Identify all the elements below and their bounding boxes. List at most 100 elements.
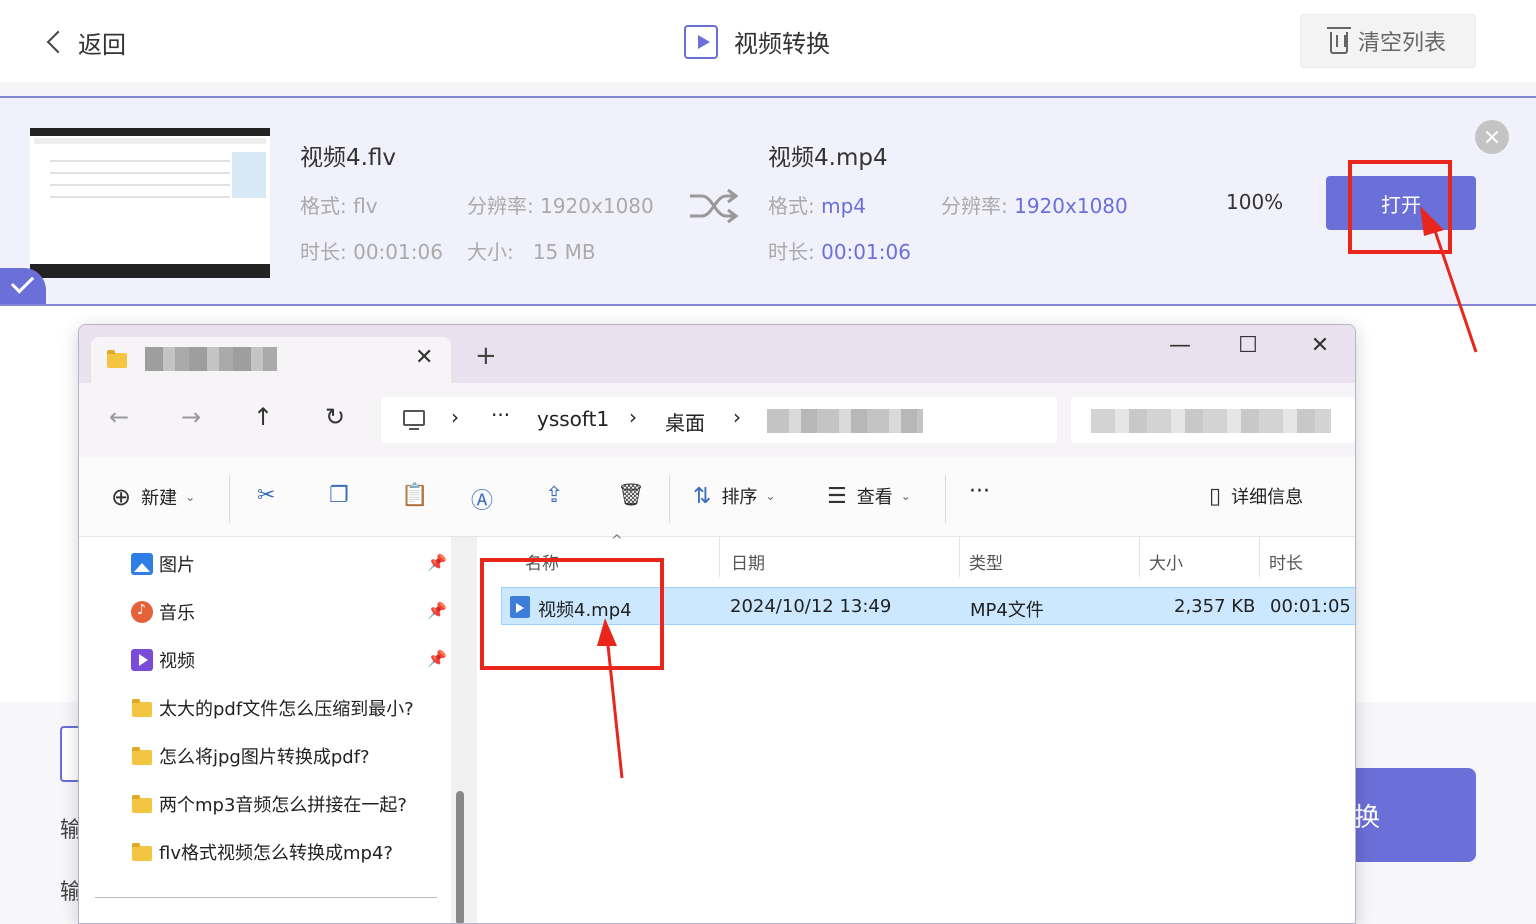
breadcrumb-separator-icon: ›: [451, 405, 459, 429]
rename-icon[interactable]: Ⓐ: [471, 483, 493, 515]
window-close-icon[interactable]: ✕: [1297, 333, 1343, 363]
delete-icon[interactable]: 🗑: [617, 483, 645, 508]
folder-icon: [132, 699, 152, 717]
back-button[interactable]: 返回: [44, 22, 126, 62]
target-resolution: 分辨率: 1920x1080: [941, 194, 1128, 218]
scrollbar-thumb[interactable]: [456, 791, 464, 923]
clear-list-label: 清空列表: [1357, 31, 1446, 56]
folder-icon: [107, 350, 127, 368]
explorer-tab[interactable]: ✕: [91, 337, 451, 383]
video-thumbnail: [30, 128, 270, 278]
view-button[interactable]: ☰ 查看 ⌄: [827, 483, 911, 509]
file-date-cell: 2024/10/12 13:49: [730, 596, 892, 617]
details-pane-icon: ▯: [1209, 483, 1222, 509]
music-icon: [131, 601, 153, 623]
blurred-breadcrumb: [767, 409, 923, 433]
nav-item-music[interactable]: 音乐: [131, 599, 195, 625]
selected-check-icon[interactable]: [0, 268, 46, 304]
video-play-icon: [684, 24, 718, 59]
view-list-icon: ☰: [827, 483, 847, 509]
source-size: 大小: 15 MB: [467, 240, 596, 264]
annotation-box-open: [1348, 160, 1452, 254]
forward-arrow-icon[interactable]: →: [181, 403, 201, 431]
clear-list-button[interactable]: 清空列表: [1300, 14, 1476, 68]
column-header-size[interactable]: 大小: [1149, 549, 1183, 574]
pictures-icon: [131, 553, 153, 575]
file-type-cell: MP4文件: [970, 600, 1044, 621]
chevron-left-icon: [46, 30, 70, 54]
details-pane-button[interactable]: ▯ 详细信息: [1209, 483, 1303, 509]
breadcrumb-separator-icon: ›: [629, 405, 637, 429]
maximize-icon[interactable]: ☐: [1225, 333, 1271, 363]
breadcrumb-desktop[interactable]: 桌面: [665, 407, 705, 436]
folder-icon: [132, 795, 152, 813]
nav-item-folder[interactable]: flv格式视频怎么转换成mp4?: [131, 839, 393, 865]
pin-icon: 📌: [427, 649, 447, 668]
explorer-command-bar: ⊕ 新建 ⌄ ✂ ❐ 📋 Ⓐ ⇪ 🗑 ⇅ 排序 ⌄ ☰ 查看 ⌄ ··· ▯ 详细信息: [79, 457, 1355, 537]
more-options-icon[interactable]: ···: [969, 479, 990, 504]
up-arrow-icon[interactable]: ↑: [253, 403, 273, 431]
blurred-tab-title: [145, 347, 277, 371]
header-divider: [0, 82, 1536, 96]
sort-icon: ⇅: [693, 483, 712, 509]
cut-icon[interactable]: ✂: [257, 483, 275, 508]
folder-icon: [132, 747, 152, 765]
nav-item-folder[interactable]: 怎么将jpg图片转换成pdf?: [131, 743, 370, 769]
source-duration: 时长: 00:01:06: [300, 240, 443, 264]
page-title-text: 视频转换: [734, 30, 830, 58]
target-file-name: 视频4.mp4: [768, 145, 888, 171]
column-header-date[interactable]: 日期: [731, 549, 765, 574]
progress-percent: 100%: [1226, 190, 1284, 214]
back-label: 返回: [78, 30, 126, 59]
column-header-type[interactable]: 类型: [969, 549, 1003, 574]
minimize-icon[interactable]: —: [1157, 333, 1203, 363]
back-arrow-icon[interactable]: ←: [109, 403, 129, 431]
file-explorer-window: ✕ + — ☐ ✕ ← → ↑ ↻ › ··· yssoft1 › 桌面 › ⊕…: [78, 324, 1356, 924]
source-resolution: 分辨率: 1920x1080: [467, 194, 654, 218]
file-duration-cell: 00:01:05: [1270, 596, 1351, 617]
nav-divider: [95, 897, 437, 898]
app-header: 返回 视频转换 清空列表: [0, 0, 1536, 82]
target-format: 格式: mp4: [768, 194, 867, 218]
sort-ascending-icon: ^: [611, 533, 623, 549]
breadcrumb-separator-icon: ›: [733, 405, 741, 429]
convert-shuffle-icon: [690, 188, 739, 224]
refresh-icon[interactable]: ↻: [325, 403, 345, 431]
target-duration: 时长: 00:01:06: [768, 240, 911, 264]
nav-scrollbar[interactable]: [451, 537, 477, 923]
source-file-name: 视频4.flv: [300, 145, 397, 171]
videos-icon: [131, 649, 153, 671]
breadcrumb-ellipsis[interactable]: ···: [491, 403, 510, 427]
copy-icon[interactable]: ❐: [329, 483, 349, 508]
file-item-row: 视频4.flv 格式: flv 分辨率: 1920x1080 时长: 00:01…: [0, 96, 1536, 306]
file-size-cell: 2,357 KB: [1174, 596, 1256, 617]
column-header-duration[interactable]: 时长: [1269, 549, 1303, 574]
nav-item-pictures[interactable]: 图片: [131, 551, 195, 577]
nav-item-folder[interactable]: 太大的pdf文件怎么压缩到最小?: [131, 695, 414, 721]
nav-item-videos[interactable]: 视频: [131, 647, 195, 673]
blurred-search-text: [1091, 409, 1331, 433]
address-bar[interactable]: › ··· yssoft1 › 桌面 ›: [381, 397, 1057, 443]
source-format: 格式: flv: [300, 194, 378, 218]
explorer-address-row: ← → ↑ ↻ › ··· yssoft1 › 桌面 ›: [79, 383, 1355, 457]
explorer-tab-bar: ✕ + — ☐ ✕: [79, 325, 1355, 383]
this-pc-icon: [403, 410, 425, 430]
new-tab-icon[interactable]: +: [475, 341, 497, 371]
navigation-pane: 图片 📌 音乐 📌 视频 📌 太大的pdf文件怎么压缩到最小? 怎么将jpg图片…: [79, 537, 467, 923]
pin-icon: 📌: [427, 601, 447, 620]
annotation-box-file: [480, 558, 664, 670]
sort-button[interactable]: ⇅ 排序 ⌄: [693, 483, 776, 509]
breadcrumb-yssoft1[interactable]: yssoft1: [537, 407, 609, 431]
paste-icon[interactable]: 📋: [401, 483, 428, 508]
page-title: 视频转换: [684, 24, 830, 59]
nav-item-folder[interactable]: 两个mp3音频怎么拼接在一起?: [131, 791, 407, 817]
plus-circle-icon: ⊕: [111, 483, 132, 511]
convert-label-partial: 换: [1353, 802, 1380, 833]
new-button[interactable]: ⊕ 新建 ⌄: [111, 483, 195, 511]
trash-icon: [1326, 27, 1351, 54]
remove-file-icon[interactable]: [1475, 120, 1509, 154]
search-input[interactable]: [1071, 397, 1355, 443]
tab-close-icon[interactable]: ✕: [415, 345, 433, 370]
share-icon[interactable]: ⇪: [545, 483, 563, 508]
pin-icon: 📌: [427, 553, 447, 572]
